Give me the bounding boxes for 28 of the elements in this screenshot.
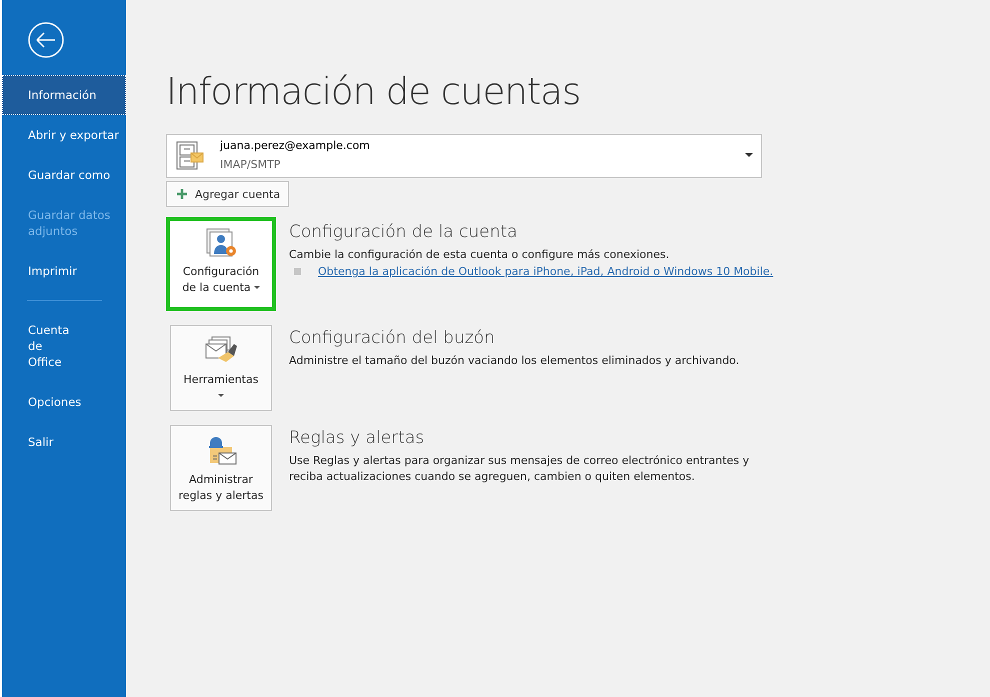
settings-button[interactable]: Administrar reglas y alertas: [170, 425, 272, 511]
sidebar-item[interactable]: Información: [2, 75, 126, 115]
sidebar-item[interactable]: Opciones: [2, 382, 126, 422]
settings-button[interactable]: Herramientas: [170, 325, 272, 411]
sidebar-item[interactable]: Guardar como: [2, 155, 126, 195]
caret-icon: [745, 153, 753, 157]
add-account-button[interactable]: Agregar cuenta: [166, 181, 290, 207]
account-dropdown[interactable]: juana.perez@example.com IMAP/SMTP: [166, 134, 762, 178]
back-icon[interactable]: [28, 22, 64, 58]
sidebar-item[interactable]: Abrir y exportar: [2, 115, 126, 155]
plus-icon: [177, 189, 187, 199]
section-description: Cambie la configuración de esta cuenta o configure más conexiones.: [289, 247, 670, 263]
page-title: Información de cuentas: [166, 69, 582, 115]
section-title: Configuración de la cuenta: [289, 221, 518, 244]
section-description: Administre el tamaño del buzón vaciando los elementos eliminados y archivando.: [289, 353, 740, 369]
sidebar-item[interactable]: Cuenta de Office: [2, 310, 126, 382]
section-title: Reglas y alertas: [289, 427, 424, 450]
settings-button[interactable]: Configuración de la cuenta: [166, 217, 276, 311]
sidebar-item[interactable]: Salir: [2, 422, 126, 462]
section-title: Configuración del buzón: [289, 327, 495, 350]
account-email: juana.perez@example.com: [220, 138, 370, 154]
account-type: IMAP/SMTP: [220, 157, 282, 173]
bullet-icon: [294, 268, 301, 275]
file-cabinet-icon: [176, 141, 204, 171]
section-description: Use Reglas y alertas para organizar sus mensajes de correo electrónico entrantes y reciba actualizaciones cuando se agreguen, cambien o quiten elementos.: [289, 453, 750, 485]
app-link[interactable]: Obtenga la aplicación de Outlook para iPhone, iPad, Android o Windows 10 Mobile.: [318, 265, 774, 278]
sidebar-item[interactable]: Imprimir: [2, 251, 126, 291]
account-settings-icon: [204, 226, 238, 258]
